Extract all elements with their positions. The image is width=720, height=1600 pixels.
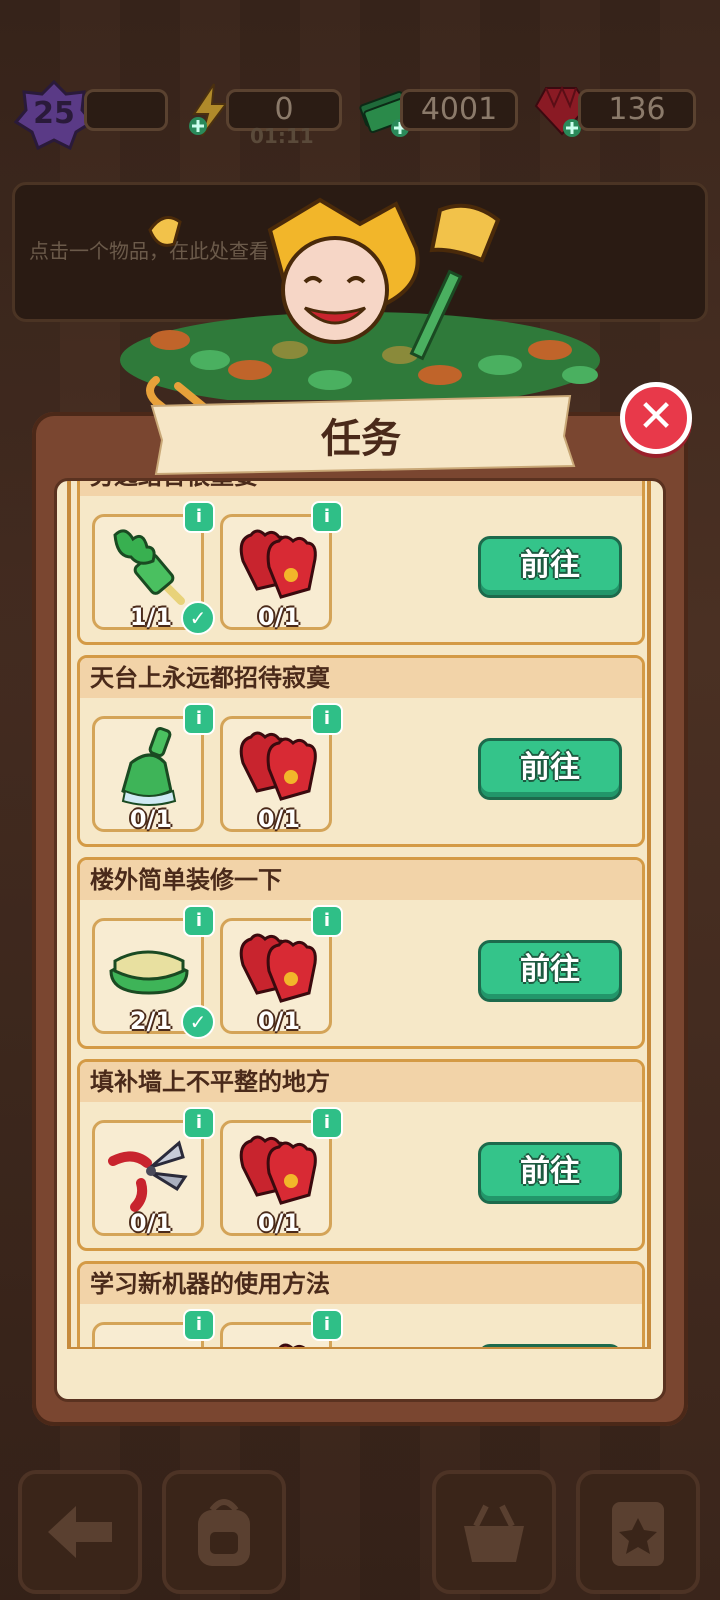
red-gloves-icon bbox=[239, 529, 317, 599]
task-item[interactable]: 0/1 i bbox=[220, 703, 343, 833]
green-sponge-icon bbox=[109, 950, 189, 995]
task-item[interactable]: 2/1 i ✓ bbox=[92, 905, 215, 1039]
checkmark-icon: ✓ bbox=[181, 601, 215, 635]
shop-basket-button[interactable] bbox=[432, 1470, 556, 1594]
task-title: 学习新机器的使用方法 bbox=[80, 1264, 642, 1304]
info-icon[interactable]: i bbox=[311, 905, 343, 937]
info-icon[interactable]: i bbox=[183, 1309, 215, 1341]
task-title: 劳逸结合很重要 bbox=[80, 481, 642, 496]
red-gloves-icon bbox=[239, 1135, 317, 1205]
gem-counter: 136 bbox=[578, 89, 696, 131]
pruning-shears-icon bbox=[108, 1140, 188, 1212]
task-item[interactable]: i bbox=[220, 1309, 343, 1349]
red-gloves-icon bbox=[239, 933, 317, 1003]
task-card: 学习新机器的使用方法 i i 前往 bbox=[77, 1261, 645, 1349]
task-card: 楼外简单装修一下 2/1 i ✓ 0/1 i 前往 bbox=[77, 857, 645, 1049]
xp-bar bbox=[84, 89, 168, 131]
task-scroll-area[interactable]: 劳逸结合很重要 1/1 i ✓ bbox=[57, 481, 663, 1349]
energy-timer: 01:11 bbox=[250, 124, 314, 148]
task-item[interactable]: 0/1 i bbox=[92, 703, 215, 833]
task-card: 天台上永远都招待寂寞 0/1 i 0/1 i 前往 bbox=[77, 655, 645, 847]
task-title: 楼外简单装修一下 bbox=[80, 860, 642, 900]
info-icon[interactable]: i bbox=[311, 1107, 343, 1139]
backpack-icon bbox=[198, 1499, 250, 1566]
info-icon[interactable]: i bbox=[183, 1107, 215, 1139]
top-hud: 25 0 01:11 4001 136 bbox=[0, 80, 720, 150]
gem-value: 136 bbox=[608, 92, 666, 127]
basket-icon bbox=[464, 1504, 524, 1562]
info-icon[interactable]: i bbox=[183, 703, 215, 735]
back-arrow-icon bbox=[48, 1506, 112, 1558]
back-button[interactable] bbox=[18, 1470, 142, 1594]
task-item[interactable]: 0/1 i bbox=[92, 1107, 215, 1237]
modal-title: 任务 bbox=[321, 416, 401, 462]
info-icon[interactable]: i bbox=[183, 905, 215, 937]
info-icon[interactable]: i bbox=[311, 501, 343, 533]
go-button[interactable]: 前往 bbox=[478, 940, 622, 1002]
go-button[interactable]: 前往 bbox=[478, 536, 622, 598]
green-broom-icon bbox=[121, 727, 177, 806]
task-modal: 劳逸结合很重要 1/1 i ✓ bbox=[32, 412, 688, 1426]
item-count: 0/1 bbox=[257, 1209, 301, 1237]
close-button[interactable]: ✕ bbox=[620, 382, 692, 454]
item-count: 0/1 bbox=[129, 1209, 173, 1237]
task-card: 劳逸结合很重要 1/1 i ✓ bbox=[77, 481, 645, 645]
task-item[interactable]: i bbox=[92, 1309, 215, 1349]
task-title: 填补墙上不平整的地方 bbox=[80, 1062, 642, 1102]
level-badge[interactable]: 25 bbox=[14, 80, 94, 150]
cash-value: 4001 bbox=[420, 92, 498, 127]
green-feather-duster-icon bbox=[113, 529, 185, 605]
cash-counter: 4001 bbox=[400, 89, 518, 131]
backpack-button[interactable] bbox=[162, 1470, 286, 1594]
modal-title-banner: 任务 bbox=[146, 392, 576, 476]
item-count: 0/1 bbox=[257, 1007, 301, 1035]
task-item[interactable]: 0/1 i bbox=[220, 1107, 343, 1237]
level-value: 25 bbox=[33, 96, 75, 131]
info-icon[interactable]: i bbox=[311, 703, 343, 735]
go-button[interactable]: 前往 bbox=[478, 738, 622, 800]
info-icon[interactable]: i bbox=[311, 1309, 343, 1341]
checkmark-icon: ✓ bbox=[181, 1005, 215, 1039]
tasks-clipboard-button[interactable] bbox=[576, 1470, 700, 1594]
clipboard-star-icon bbox=[612, 1502, 664, 1566]
task-title: 天台上永远都招待寂寞 bbox=[80, 658, 642, 698]
task-item[interactable]: 0/1 i bbox=[220, 905, 343, 1035]
energy-value: 0 bbox=[274, 92, 294, 127]
item-count: 0/1 bbox=[257, 603, 301, 631]
task-card: 填补墙上不平整的地方 0/1 i 0/1 i 前往 bbox=[77, 1059, 645, 1251]
task-list-panel: 劳逸结合很重要 1/1 i ✓ bbox=[54, 478, 666, 1402]
red-gloves-icon bbox=[239, 731, 317, 801]
item-count: 0/1 bbox=[257, 805, 301, 833]
scroll-bottom-edge bbox=[69, 1347, 651, 1349]
task-item[interactable]: 1/1 i ✓ bbox=[92, 501, 215, 635]
task-item[interactable]: 0/1 i bbox=[220, 501, 343, 631]
info-icon[interactable]: i bbox=[183, 501, 215, 533]
go-button[interactable]: 前往 bbox=[478, 1142, 622, 1204]
item-count: 0/1 bbox=[129, 805, 173, 833]
